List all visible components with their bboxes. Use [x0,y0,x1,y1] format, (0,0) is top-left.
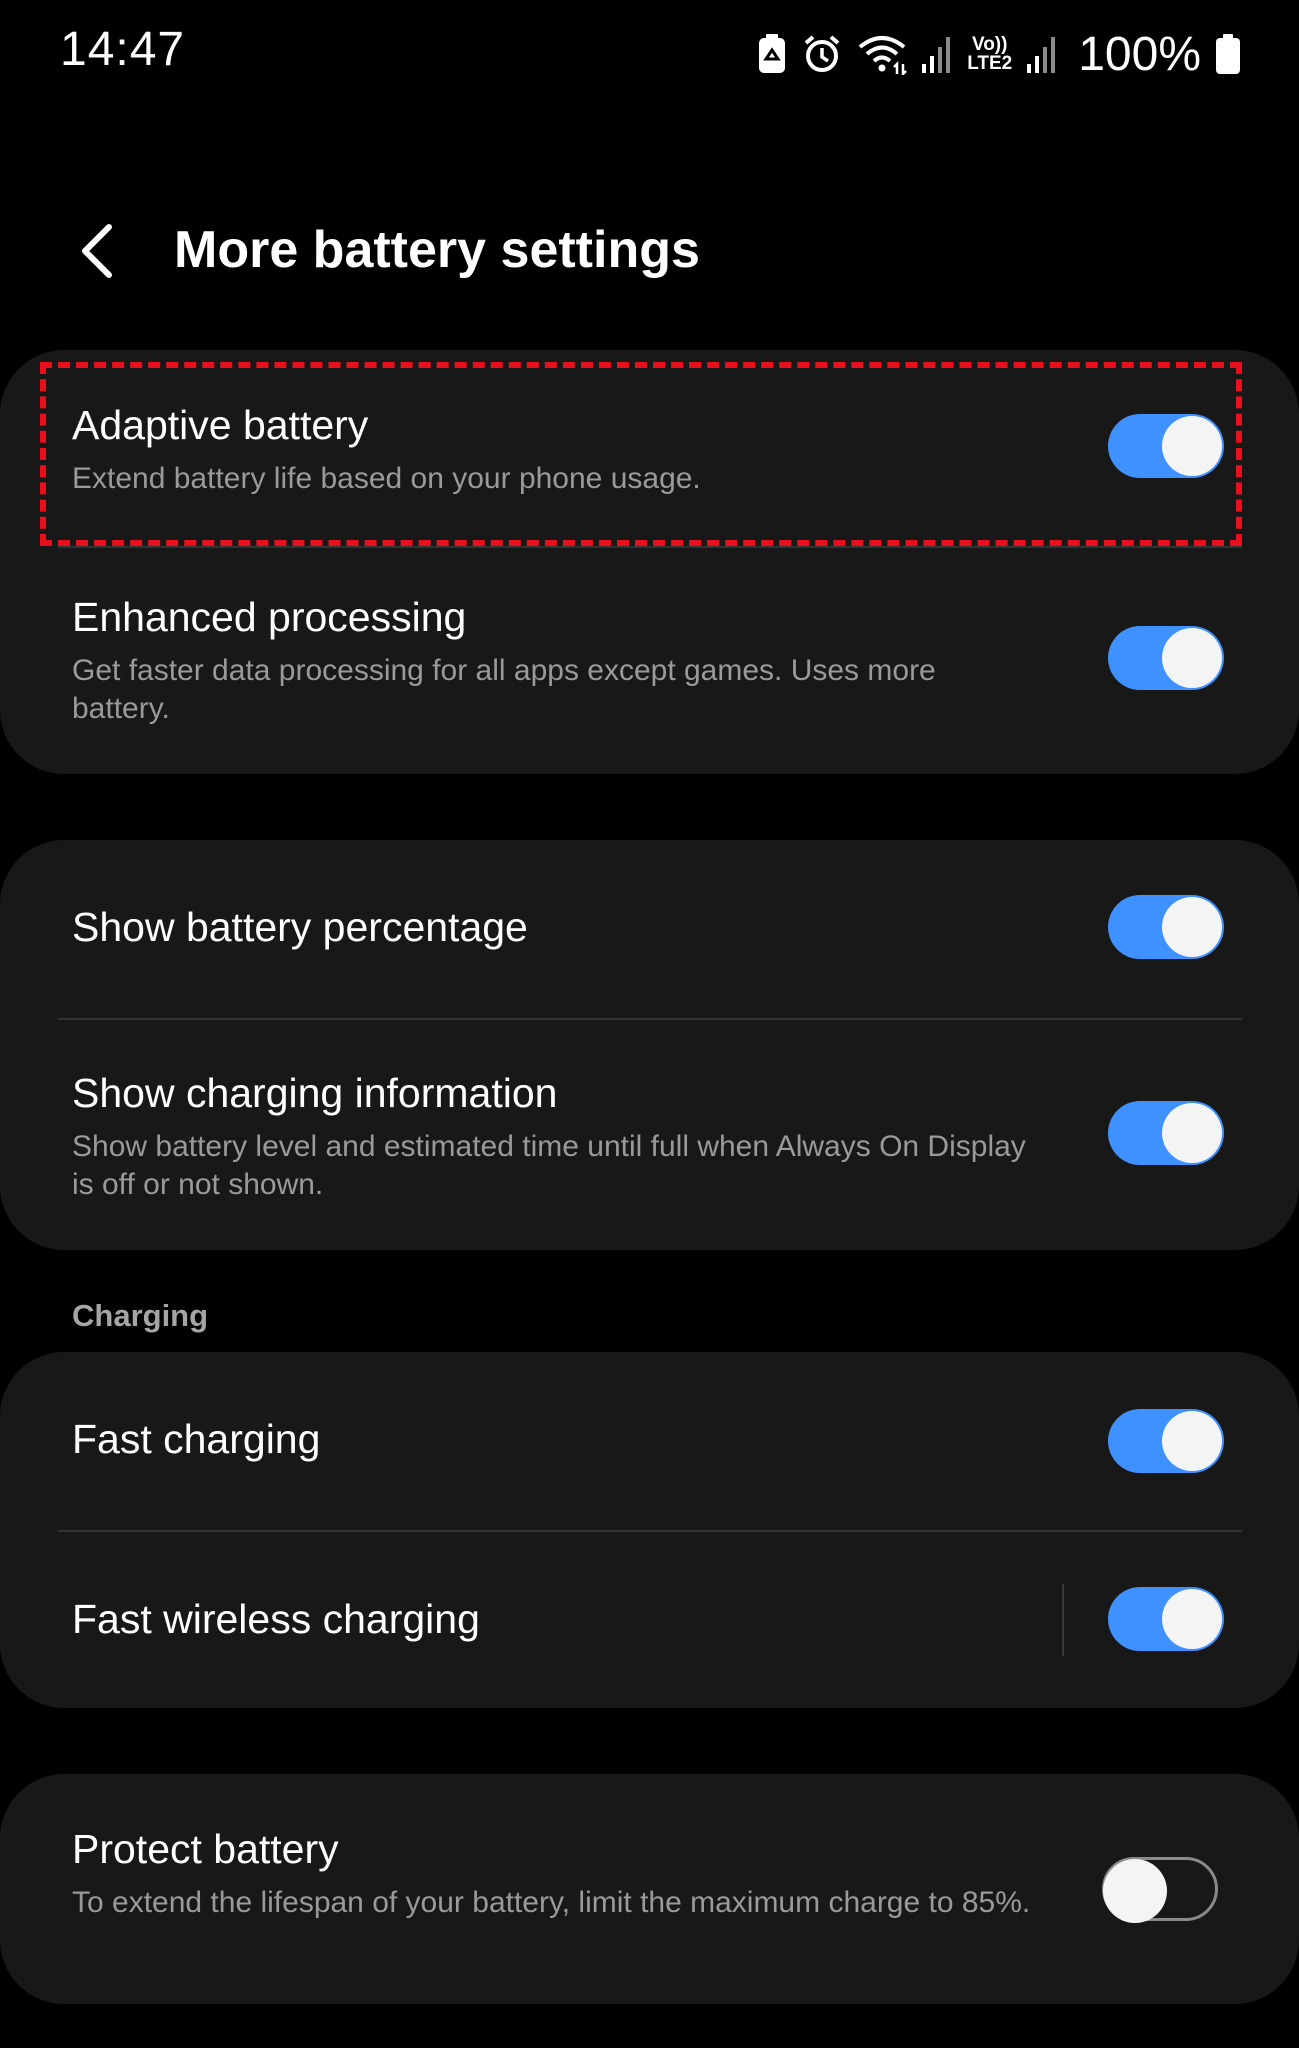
fast-wireless-charging-row[interactable]: Fast wireless charging [0,1532,1299,1708]
show-charging-information-description: Show battery level and estimated time un… [72,1130,1026,1201]
show-battery-percentage-title: Show battery percentage [72,904,528,950]
battery-saver-icon [757,33,787,75]
toggle-knob [1162,1589,1222,1649]
alarm-icon [801,33,843,75]
settings-card-4: Protect battery To extend the lifespan o… [0,1774,1299,2004]
fast-wireless-charging-title: Fast wireless charging [72,1596,480,1642]
page-title: More battery settings [174,221,700,279]
status-time: 14:47 [60,23,186,76]
chevron-left-icon [82,224,112,278]
section-label-charging: Charging [72,1298,209,1333]
enhanced-processing-row[interactable]: Enhanced processing Get faster data proc… [0,548,1299,774]
fast-wireless-charging-toggle[interactable] [1108,1587,1224,1651]
fast-charging-toggle[interactable] [1108,1409,1224,1473]
toggle-knob [1162,1103,1222,1163]
show-battery-percentage-row[interactable]: Show battery percentage [0,840,1299,1018]
fast-charging-title: Fast charging [72,1416,321,1462]
show-battery-percentage-toggle[interactable] [1108,895,1224,959]
toggle-knob [1162,1411,1222,1471]
enhanced-processing-title: Enhanced processing [72,594,467,640]
fast-charging-row[interactable]: Fast charging [0,1352,1299,1530]
protect-battery-toggle[interactable] [1102,1857,1218,1923]
status-bar: 14:47 Vo)) LTE2 100% [0,0,1299,110]
adaptive-battery-row[interactable]: Adaptive battery Extend battery life bas… [0,350,1299,546]
toggle-knob [1103,1859,1167,1923]
adaptive-battery-description: Extend battery life based on your phone … [72,462,701,495]
adaptive-battery-toggle[interactable] [1108,414,1224,478]
show-charging-information-title: Show charging information [72,1070,558,1116]
toggle-knob [1162,416,1222,476]
enhanced-processing-description: Get faster data processing for all apps … [72,654,936,725]
settings-card-3: Fast charging Fast wireless charging [0,1352,1299,1708]
status-icons: Vo)) LTE2 100% [757,26,1241,82]
back-button[interactable] [62,216,132,286]
wifi-icon [857,33,908,75]
settings-card-1: Adaptive battery Extend battery life bas… [0,350,1299,774]
protect-battery-row[interactable]: Protect battery To extend the lifespan o… [0,1774,1299,2004]
volte-lte2-icon: Vo)) LTE2 [967,34,1013,74]
protect-battery-title: Protect battery [72,1826,339,1872]
signal-icon-2 [1026,34,1058,74]
show-charging-information-row[interactable]: Show charging information Show battery l… [0,1020,1299,1250]
battery-percent: 100% [1078,27,1201,81]
protect-battery-description: To extend the lifespan of your battery, … [72,1886,1031,1919]
toggle-knob [1162,628,1222,688]
signal-icon [921,34,953,74]
adaptive-battery-title: Adaptive battery [72,402,369,448]
battery-icon [1215,33,1241,75]
settings-card-2: Show battery percentage Show charging in… [0,840,1299,1250]
toggle-knob [1162,897,1222,957]
show-charging-information-toggle[interactable] [1108,1101,1224,1165]
vertical-separator [1062,1584,1064,1656]
enhanced-processing-toggle[interactable] [1108,626,1224,690]
header: More battery settings [0,200,1299,300]
